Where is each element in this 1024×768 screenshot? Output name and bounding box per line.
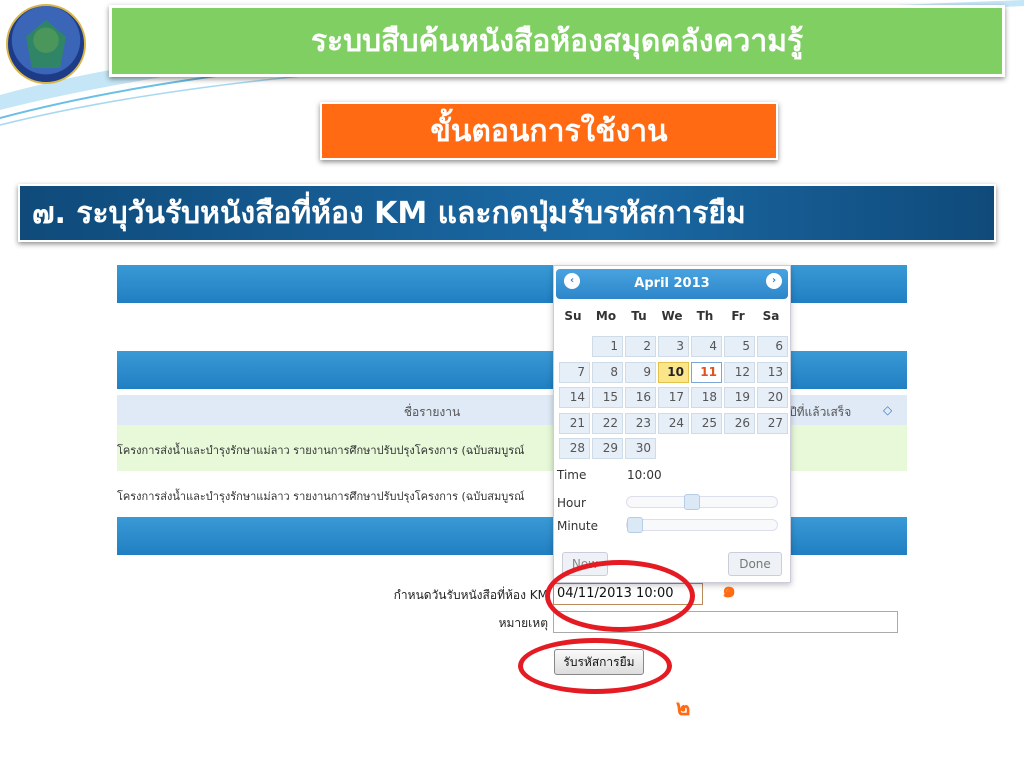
row-title: โครงการส่งน้ำและบำรุงรักษาแม่ลาว รายงานก… [117, 444, 525, 457]
highlight-ring-date [545, 560, 695, 632]
month-year-title: April 2013 [634, 276, 710, 291]
calendar-day[interactable]: 3 [658, 336, 689, 357]
calendar-day[interactable]: 6 [757, 336, 788, 357]
calendar-day[interactable]: 19 [724, 387, 755, 408]
weekday-header: Th [696, 309, 714, 323]
minute-slider[interactable] [626, 517, 778, 533]
weekday-header: We [661, 309, 683, 323]
highlight-ring-button [518, 638, 672, 694]
calendar-day[interactable]: 21 [559, 412, 590, 434]
calendar-day[interactable]: 27 [757, 412, 788, 434]
pickup-date-label: กำหนดวันรับหนังสือที่ห้อง KM [393, 588, 548, 602]
calendar-day[interactable]: 9 [625, 361, 656, 383]
calendar-day[interactable]: 26 [724, 412, 755, 434]
steps-title: ขั้นตอนการใช้งาน [430, 113, 668, 149]
prev-month-icon[interactable]: ‹ [564, 273, 580, 289]
calendar-day[interactable]: 14 [559, 387, 590, 408]
done-button[interactable]: Done [728, 552, 782, 576]
time-value: 10:00 [627, 468, 662, 482]
page-title-banner: ระบบสืบค้นหนังสือห้องสมุดคลังความรู้ [109, 5, 1005, 77]
calendar-day[interactable]: 29 [592, 438, 623, 459]
row-title: โครงการส่งน้ำและบำรุงรักษาแม่ลาว รายงานก… [117, 490, 525, 503]
weekday-header: Mo [595, 309, 617, 323]
department-logo [6, 4, 86, 84]
weekday-header: Sa [762, 309, 780, 323]
minute-label: Minute [557, 519, 598, 533]
calendar-day[interactable]: 28 [559, 438, 590, 459]
calendar-day[interactable]: 2 [625, 336, 656, 357]
calendar-day[interactable]: 11 [691, 361, 722, 383]
time-label: Time [557, 468, 587, 482]
calendar-day[interactable]: 10 [658, 361, 689, 383]
calendar-day[interactable]: 24 [658, 412, 689, 434]
weekday-header: Tu [631, 309, 647, 323]
page-title: ระบบสืบค้นหนังสือห้องสมุดคลังความรู้ [310, 23, 804, 59]
step-instruction: ๗. ระบุวันรับหนังสือที่ห้อง KM และกดปุ่ม… [32, 195, 746, 231]
calendar-day[interactable]: 22 [592, 412, 623, 434]
annotation-marker-2: ๒ [676, 696, 691, 721]
steps-banner: ขั้นตอนการใช้งาน [320, 102, 778, 160]
sort-icon[interactable]: ◇ [883, 403, 892, 417]
weekday-header: Fr [731, 309, 745, 323]
calendar-day[interactable]: 25 [691, 412, 722, 434]
calendar-day[interactable]: 1 [592, 336, 623, 357]
next-month-icon[interactable]: › [766, 273, 782, 289]
calendar-day[interactable]: 30 [625, 438, 656, 459]
calendar-day[interactable]: 23 [625, 412, 656, 434]
calendar-day[interactable]: 20 [757, 387, 788, 408]
calendar-day[interactable]: 5 [724, 336, 755, 357]
calendar-day[interactable]: 13 [757, 361, 788, 383]
hour-slider[interactable] [626, 494, 778, 510]
calendar-day[interactable]: 15 [592, 387, 623, 408]
hour-slider-handle[interactable] [684, 494, 700, 510]
note-label: หมายเหตุ [498, 616, 548, 630]
calendar-day[interactable]: 8 [592, 361, 623, 383]
weekday-header: Su [564, 309, 582, 323]
calendar-day[interactable]: 4 [691, 336, 722, 357]
calendar-day[interactable]: 12 [724, 361, 755, 383]
annotation-marker-1: ๑ [722, 578, 736, 603]
step-instruction-banner: ๗. ระบุวันรับหนังสือที่ห้อง KM และกดปุ่ม… [18, 184, 996, 242]
hour-label: Hour [557, 496, 586, 510]
column-year-header[interactable]: ปีที่แล้วเสร็จ [789, 403, 851, 422]
calendar-day[interactable]: 7 [559, 361, 590, 383]
datetime-picker: April 2013 ‹ › Su Mo Tu We Th Fr Sa 1 2 3 4 5 6 7 8 9 10… [553, 265, 791, 583]
calendar-day[interactable]: 17 [658, 387, 689, 408]
minute-slider-handle[interactable] [627, 517, 643, 533]
calendar-day[interactable]: 16 [625, 387, 656, 408]
calendar-day[interactable]: 18 [691, 387, 722, 408]
datepicker-header: April 2013 [556, 269, 788, 299]
